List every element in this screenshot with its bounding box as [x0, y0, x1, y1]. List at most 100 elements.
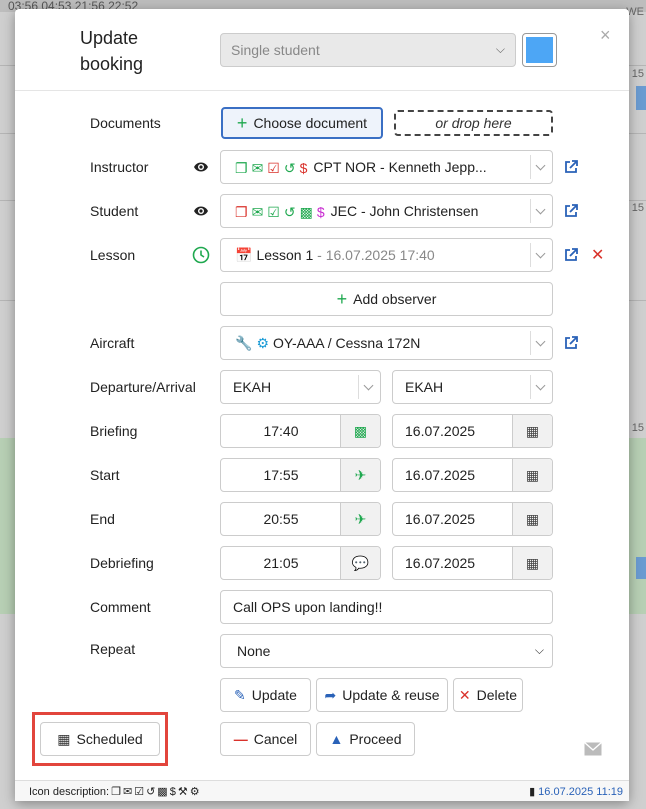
repeat-select[interactable]: None ⌵ — [220, 634, 553, 668]
calendar-icon: 📅 — [235, 247, 253, 263]
cancel-button[interactable]: — Cancel — [220, 722, 311, 756]
chevron-down-icon — [530, 375, 552, 399]
update-reuse-button[interactable]: ➦ Update & reuse — [316, 678, 448, 712]
cancel-label: Cancel — [253, 731, 298, 747]
wrench-icon: 🔧 — [235, 335, 253, 351]
briefing-time-input[interactable]: 17:40 ▩ — [220, 414, 381, 448]
dollar-icon: $ — [316, 204, 325, 221]
scheduled-label: Scheduled — [76, 731, 143, 747]
instructor-label: Instructor — [90, 159, 149, 175]
scheduled-button[interactable]: ▦ Scheduled — [40, 722, 160, 756]
comment-label: Comment — [90, 599, 151, 615]
calendar-check-icon: ☑ — [134, 786, 145, 798]
external-link-icon[interactable] — [563, 203, 579, 219]
comment-value: Call OPS upon landing!! — [233, 599, 383, 615]
chevron-down-icon: ⌵ — [495, 42, 505, 56]
briefing-label: Briefing — [90, 423, 138, 439]
envelope-icon[interactable] — [584, 742, 602, 756]
dollar-icon: $ — [299, 160, 308, 177]
start-time-input[interactable]: 17:55 ✈ — [220, 458, 381, 492]
arrival-select[interactable]: EKAH — [392, 370, 553, 404]
mail-icon: ✉ — [251, 203, 264, 220]
departure-select[interactable]: EKAH — [220, 370, 381, 404]
end-time-value: 20:55 — [263, 511, 299, 527]
calendar-icon[interactable]: ▦ — [512, 459, 552, 491]
calendar-check-icon: ☑ — [267, 159, 280, 176]
copy-icon: ❐ — [235, 203, 248, 220]
plane-icon: ✈ — [340, 459, 380, 491]
briefing-icon: ▩ — [157, 786, 168, 798]
proceed-button[interactable]: ▲ Proceed — [316, 722, 415, 756]
aircraft-value: OY-AAA / Cessna 172N — [273, 335, 421, 351]
dialog-footer: Icon description: ❐ ✉ ☑ ↺ ▩ $ ⚒ ⚙ ▮ 16.0… — [15, 780, 629, 801]
chevron-down-icon — [530, 243, 552, 267]
icon-description-label: Icon description: — [29, 785, 110, 798]
wrench-icon: ⚒ — [177, 786, 188, 798]
lesson-datetime: - 16.07.2025 17:40 — [313, 247, 435, 263]
proceed-icon: ▲ — [329, 731, 344, 747]
comment-input[interactable]: Call OPS upon landing!! — [220, 590, 553, 624]
briefing-icon: ▩ — [340, 415, 380, 447]
calendar-icon[interactable]: ▦ — [512, 415, 552, 447]
instructor-select[interactable]: ❐ ✉ ☑ ↺ $ CPT NOR - Kenneth Jepp... — [220, 150, 553, 184]
chevron-down-icon — [358, 375, 380, 399]
calendar-icon[interactable]: ▦ — [512, 547, 552, 579]
start-label: Start — [90, 467, 120, 483]
briefing-date-input[interactable]: 16.07.2025 ▦ — [392, 414, 553, 448]
end-date-input[interactable]: 16.07.2025 ▦ — [392, 502, 553, 536]
history-icon: ↺ — [146, 786, 156, 798]
update-booking-dialog: Update booking Single student ⌵ × Docume… — [15, 9, 629, 801]
debriefing-date-value: 16.07.2025 — [405, 555, 476, 571]
copy-icon: ❐ — [235, 159, 248, 176]
update-reuse-label: Update & reuse — [342, 687, 440, 703]
document-drop-zone[interactable]: or drop here — [394, 110, 553, 136]
documents-label: Documents — [90, 115, 161, 131]
booking-mode-select[interactable]: Single student ⌵ — [220, 33, 516, 67]
last-updated: ▮ 16.07.2025 11:19 — [529, 785, 623, 799]
student-label: Student — [90, 203, 139, 219]
eye-icon[interactable] — [193, 203, 209, 219]
remove-lesson-icon[interactable]: ✕ — [591, 245, 604, 265]
aircraft-select[interactable]: 🔧 ⚙ OY-AAA / Cessna 172N — [220, 326, 553, 360]
debriefing-date-input[interactable]: 16.07.2025 ▦ — [392, 546, 553, 580]
student-value: JEC - John Christensen — [330, 203, 479, 219]
eye-icon[interactable] — [193, 159, 209, 175]
pencil-icon: ✎ — [234, 686, 246, 703]
briefing-icon: ▩ — [299, 203, 313, 220]
choose-document-button[interactable]: + Choose document — [221, 107, 383, 139]
chat-icon: 💬 — [340, 547, 380, 579]
update-button[interactable]: ✎ Update — [220, 678, 311, 712]
bg-event — [636, 557, 646, 579]
debriefing-time-input[interactable]: 21:05 💬 — [220, 546, 381, 580]
external-link-icon[interactable] — [563, 159, 579, 175]
add-observer-button[interactable]: + Add observer — [220, 282, 553, 316]
student-status-icons: ❐ ✉ ☑ ↺ ▩ $ — [235, 204, 325, 221]
external-link-icon[interactable] — [563, 247, 579, 263]
calendar-icon: ▦ — [57, 730, 71, 747]
clock-icon[interactable] — [192, 246, 210, 264]
end-time-input[interactable]: 20:55 ✈ — [220, 502, 381, 536]
calendar-icon[interactable]: ▦ — [512, 503, 552, 535]
mail-icon: ✉ — [251, 159, 264, 176]
start-date-value: 16.07.2025 — [405, 467, 476, 483]
aircraft-label: Aircraft — [90, 335, 135, 351]
gear-icon: ⚙ — [189, 786, 200, 798]
mail-icon: ✉ — [122, 786, 133, 798]
end-date-value: 16.07.2025 — [405, 511, 476, 527]
external-link-icon[interactable] — [563, 335, 579, 351]
bg-event — [636, 86, 646, 110]
choose-document-label: Choose document — [253, 115, 368, 131]
briefing-time-value: 17:40 — [263, 423, 299, 439]
calendar-check-icon: ☑ — [267, 203, 280, 220]
booking-mode-value: Single student — [231, 42, 320, 58]
lesson-select[interactable]: 📅 Lesson 1 - 16.07.2025 17:40 — [220, 238, 553, 272]
icon-description: Icon description: ❐ ✉ ☑ ↺ ▩ $ ⚒ ⚙ — [29, 785, 200, 799]
update-label: Update — [251, 687, 297, 703]
delete-label: Delete — [476, 687, 518, 703]
repeat-label: Repeat — [90, 641, 136, 657]
start-date-input[interactable]: 16.07.2025 ▦ — [392, 458, 553, 492]
delete-button[interactable]: ✕ Delete — [453, 678, 523, 712]
color-picker[interactable] — [522, 33, 557, 67]
close-icon[interactable]: × — [600, 25, 611, 46]
student-select[interactable]: ❐ ✉ ☑ ↺ ▩ $ JEC - John Christensen — [220, 194, 553, 228]
